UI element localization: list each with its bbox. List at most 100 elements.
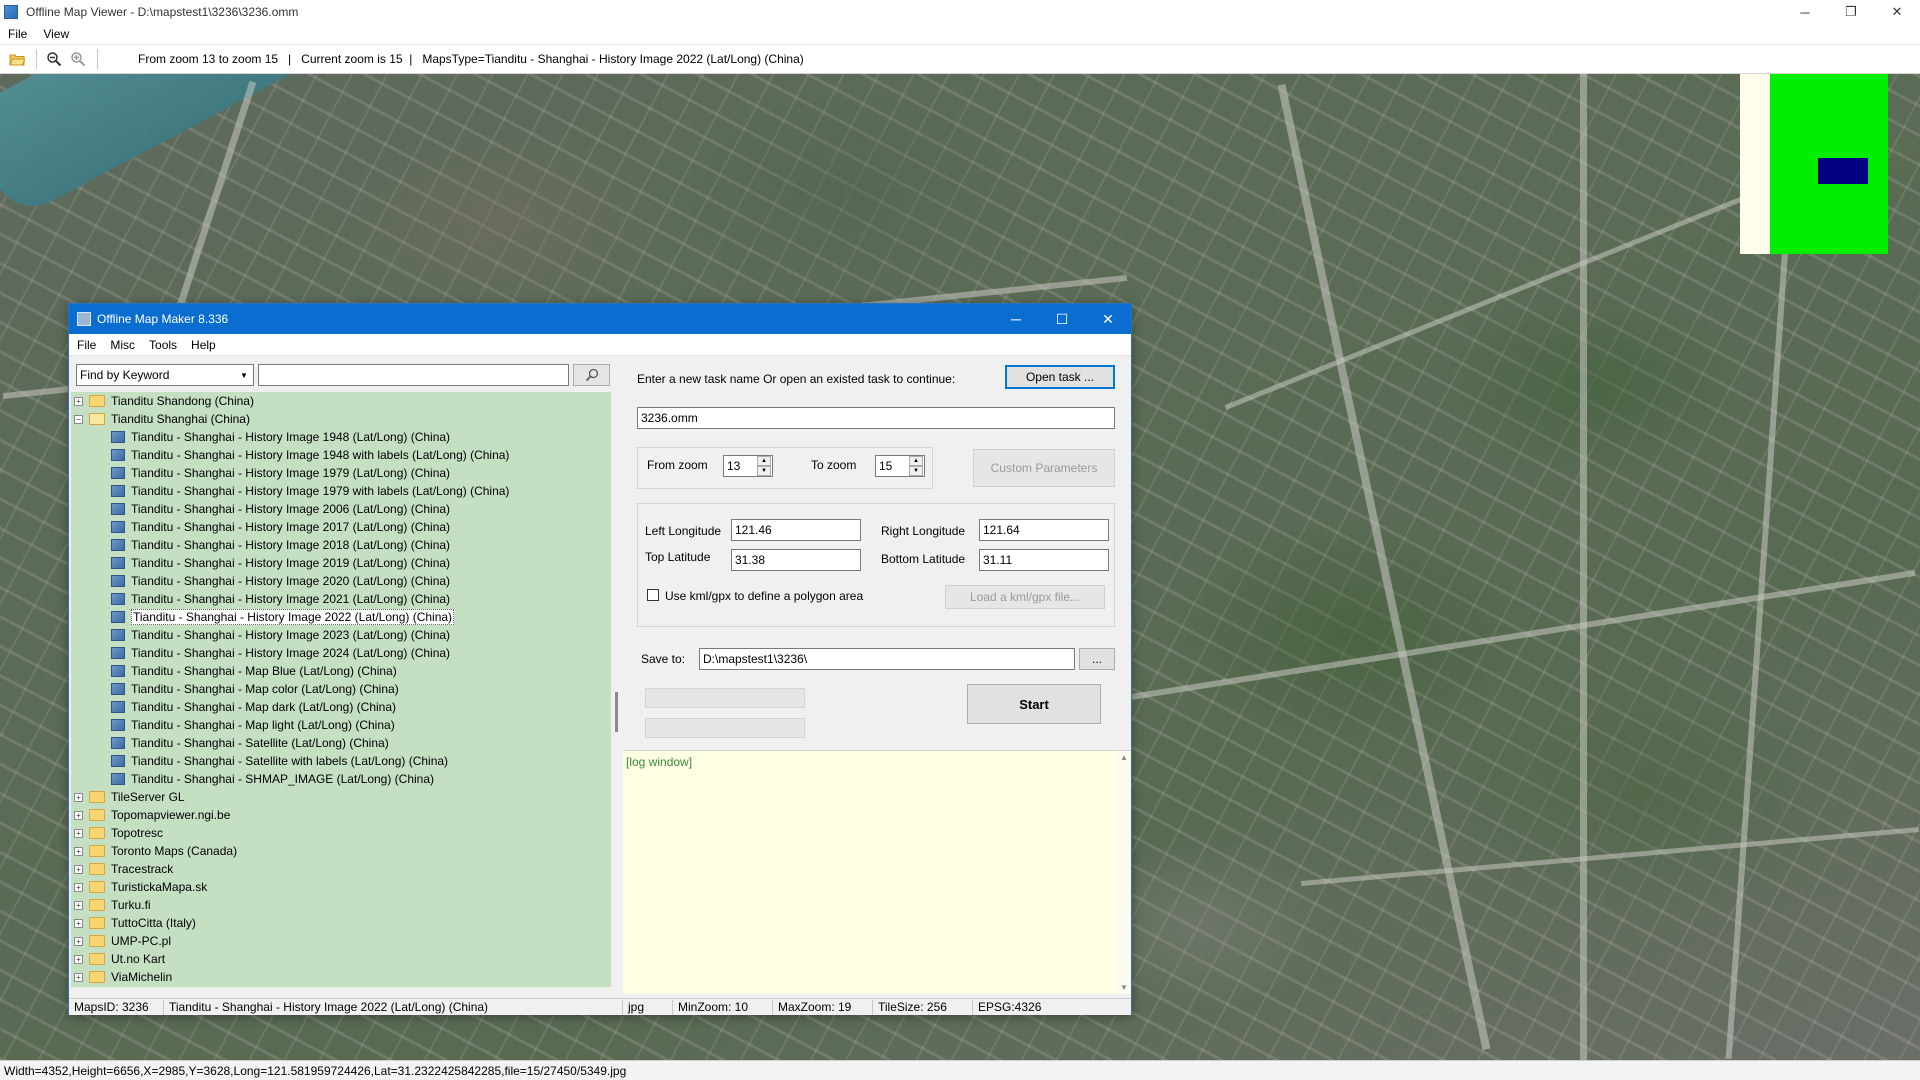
collapse-icon[interactable]: − [74, 414, 83, 424]
log-scrollbar[interactable]: ▲ ▼ [1117, 751, 1131, 994]
tree-folder-item[interactable]: − Tianditu Shanghai (China) [71, 410, 611, 428]
zoom-out-button[interactable] [43, 48, 65, 70]
chevron-up-icon[interactable]: ▲ [1120, 753, 1128, 762]
tree-map-item[interactable]: Tianditu - Shanghai - Satellite (Lat/Lon… [71, 734, 611, 752]
expand-icon[interactable]: + [74, 954, 83, 964]
chevron-down-icon[interactable]: ▼ [909, 466, 923, 476]
tree-folder-item[interactable]: + Topomapviewer.ngi.be [71, 806, 611, 824]
chevron-down-icon[interactable]: ▼ [1120, 983, 1128, 992]
expand-icon[interactable]: + [74, 900, 83, 910]
tree-map-item[interactable]: Tianditu - Shanghai - Map color (Lat/Lon… [71, 680, 611, 698]
expand-icon[interactable]: + [74, 918, 83, 928]
tree-map-item[interactable]: Tianditu - Shanghai - History Image 2021… [71, 590, 611, 608]
expand-icon[interactable]: + [74, 972, 83, 982]
zoom-in-button[interactable] [67, 48, 89, 70]
tree-map-item[interactable]: Tianditu - Shanghai - History Image 1948… [71, 446, 611, 464]
dialog-statusbar: MapsID: 3236 Tianditu - Shanghai - Histo… [69, 998, 1131, 1015]
expand-icon[interactable]: + [74, 882, 83, 892]
tree-map-item[interactable]: Tianditu - Shanghai - History Image 1979… [71, 482, 611, 500]
tree-folder-item[interactable]: + Topotresc [71, 824, 611, 842]
log-window[interactable]: [log window] ▲ ▼ [623, 750, 1131, 994]
expand-icon[interactable]: + [74, 792, 83, 802]
expand-icon[interactable]: + [74, 864, 83, 874]
expand-icon[interactable]: + [74, 846, 83, 856]
tree-map-item[interactable]: Tianditu - Shanghai - History Image 1948… [71, 428, 611, 446]
expand-icon[interactable]: + [74, 396, 83, 406]
save-path-field[interactable]: D:\mapstest1\3236\ [699, 648, 1075, 670]
map-layer-icon [111, 431, 125, 443]
dialog-menu-help[interactable]: Help [191, 338, 216, 352]
dialog-titlebar[interactable]: Offline Map Maker 8.336 ─ ☐ ✕ [69, 304, 1131, 334]
map-source-tree[interactable]: + Tianditu Shandong (China) − Tianditu Shan… [71, 392, 611, 987]
search-button[interactable] [573, 364, 610, 386]
progress-bar-current [645, 718, 805, 738]
task-name-field[interactable]: 3236.omm [637, 407, 1115, 429]
to-zoom-stepper[interactable]: 15 ▲ ▼ [875, 455, 925, 477]
close-button[interactable]: ✕ [1874, 0, 1920, 24]
expand-icon[interactable]: + [74, 936, 83, 946]
tree-folder-item[interactable]: + TuttoCitta (Italy) [71, 914, 611, 932]
left-longitude-field[interactable]: 121.46 [731, 519, 861, 541]
map-layer-icon [111, 503, 125, 515]
tree-scrollbar[interactable] [611, 392, 623, 987]
tree-folder-item[interactable]: + Toronto Maps (Canada) [71, 842, 611, 860]
kml-polygon-label: Use kml/gpx to define a polygon area [665, 589, 864, 603]
tree-map-item[interactable]: Tianditu - Shanghai - Satellite with lab… [71, 752, 611, 770]
from-zoom-stepper[interactable]: 13 ▲ ▼ [723, 455, 773, 477]
minimize-button[interactable]: ─ [1782, 0, 1828, 24]
tree-map-item[interactable]: Tianditu - Shanghai - History Image 2006… [71, 500, 611, 518]
tree-map-item[interactable]: Tianditu - Shanghai - History Image 2024… [71, 644, 611, 662]
expand-icon[interactable]: + [74, 828, 83, 838]
browse-button[interactable]: ... [1079, 648, 1115, 670]
dialog-menu-tools[interactable]: Tools [149, 338, 177, 352]
tree-map-item[interactable]: Tianditu - Shanghai - Map dark (Lat/Long… [71, 698, 611, 716]
menu-file[interactable]: File [8, 27, 27, 41]
custom-parameters-button[interactable]: Custom Parameters [973, 449, 1115, 487]
tree-map-item[interactable]: Tianditu - Shanghai - History Image 2020… [71, 572, 611, 590]
scrollbar-thumb[interactable] [615, 692, 618, 732]
dialog-menu-file[interactable]: File [77, 338, 96, 352]
tree-map-item[interactable]: Tianditu - Shanghai - History Image 2019… [71, 554, 611, 572]
tree-folder-item[interactable]: + UMP-PC.pl [71, 932, 611, 950]
tree-folder-item[interactable]: + Turku.fi [71, 896, 611, 914]
open-folder-button[interactable] [6, 48, 28, 70]
overview-minimap[interactable] [1740, 74, 1888, 254]
bottom-latitude-field[interactable]: 31.11 [979, 549, 1109, 571]
tree-folder-item[interactable]: +Vietbando Maps (Vietnam) [71, 986, 611, 987]
tree-map-item[interactable]: Tianditu - Shanghai - History Image 2017… [71, 518, 611, 536]
chevron-up-icon[interactable]: ▲ [909, 456, 923, 466]
tree-map-item[interactable]: Tianditu - Shanghai - History Image 2018… [71, 536, 611, 554]
tree-folder-item[interactable]: + Ut.no Kart [71, 950, 611, 968]
app-icon [4, 5, 18, 19]
dialog-minimize-button[interactable]: ─ [993, 304, 1039, 334]
chevron-down-icon[interactable]: ▼ [757, 466, 771, 476]
dialog-menu-misc[interactable]: Misc [110, 338, 135, 352]
tree-folder-item[interactable]: + TuristickaMapa.sk [71, 878, 611, 896]
dialog-maximize-button[interactable]: ☐ [1039, 304, 1085, 334]
tree-map-item[interactable]: Tianditu - Shanghai - History Image 2022… [71, 608, 611, 626]
coordinate-readout: Width=4352,Height=6656,X=2985,Y=3628,Lon… [4, 1063, 627, 1078]
kml-polygon-checkbox[interactable] [647, 589, 659, 601]
viewer-statusbar: Width=4352,Height=6656,X=2985,Y=3628,Lon… [0, 1060, 1920, 1080]
search-mode-select[interactable]: Find by Keyword ▼ [76, 364, 254, 386]
keyword-input[interactable] [258, 364, 569, 386]
tree-folder-item[interactable]: + TileServer GL [71, 788, 611, 806]
restore-button[interactable]: ❐ [1828, 0, 1874, 24]
tree-folder-item[interactable]: + Tianditu Shandong (China) [71, 392, 611, 410]
dialog-close-button[interactable]: ✕ [1085, 304, 1131, 334]
start-button[interactable]: Start [967, 684, 1101, 724]
top-latitude-field[interactable]: 31.38 [731, 549, 861, 571]
load-kml-button[interactable]: Load a kml/gpx file... [945, 585, 1105, 609]
tree-folder-item[interactable]: + ViaMichelin [71, 968, 611, 986]
tree-map-item[interactable]: Tianditu - Shanghai - History Image 2023… [71, 626, 611, 644]
expand-icon[interactable]: + [74, 810, 83, 820]
menu-view[interactable]: View [43, 27, 69, 41]
open-task-button[interactable]: Open task ... [1005, 365, 1115, 389]
tree-map-item[interactable]: Tianditu - Shanghai - SHMAP_IMAGE (Lat/L… [71, 770, 611, 788]
tree-map-item[interactable]: Tianditu - Shanghai - History Image 1979… [71, 464, 611, 482]
tree-map-item[interactable]: Tianditu - Shanghai - Map Blue (Lat/Long… [71, 662, 611, 680]
tree-folder-item[interactable]: + Tracestrack [71, 860, 611, 878]
tree-map-item[interactable]: Tianditu - Shanghai - Map light (Lat/Lon… [71, 716, 611, 734]
right-longitude-field[interactable]: 121.64 [979, 519, 1109, 541]
chevron-up-icon[interactable]: ▲ [757, 456, 771, 466]
